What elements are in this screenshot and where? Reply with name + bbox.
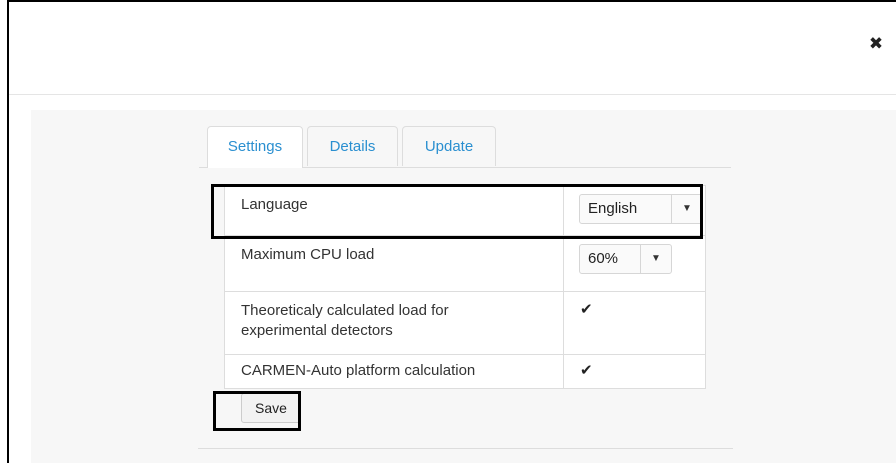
tab-settings[interactable]: Settings xyxy=(207,126,303,168)
modal-body: Settings Details Update Language English… xyxy=(31,110,896,463)
language-cell: English ▼ xyxy=(563,185,706,236)
table-row-carmen-auto: CARMEN-Auto platform calculation ✔ xyxy=(224,354,706,389)
close-icon[interactable]: ✖ xyxy=(868,35,884,53)
language-value: English xyxy=(588,200,638,217)
table-row-theoretical-load: Theoreticaly calculated load for experim… xyxy=(224,291,706,355)
language-label: Language xyxy=(224,185,564,236)
settings-tabs: Settings Details Update xyxy=(199,120,731,168)
carmen-auto-label: CARMEN-Auto platform calculation xyxy=(224,354,564,389)
save-button[interactable]: Save xyxy=(241,393,301,423)
theoretical-load-label-line1: Theoreticaly calculated load for xyxy=(241,302,449,319)
cpu-load-value: 60% xyxy=(588,250,619,267)
caret-down-icon[interactable]: ▼ xyxy=(671,195,702,223)
table-row-language: Language English ▼ xyxy=(224,185,706,236)
checkmark-icon[interactable]: ✔ xyxy=(579,300,593,318)
theoretical-load-label-line2: experimental detectors xyxy=(241,322,393,339)
tab-update[interactable]: Update xyxy=(402,126,496,166)
cpu-load-cell: 60% ▼ xyxy=(563,235,706,292)
table-row-cpu-load: Maximum CPU load 60% ▼ xyxy=(224,235,706,292)
theoretical-load-cell: ✔ xyxy=(563,291,706,355)
divider xyxy=(198,448,733,449)
settings-modal: ✖ Settings Details Update Language Engli… xyxy=(7,0,896,463)
caret-down-icon[interactable]: ▼ xyxy=(640,245,671,273)
settings-table: Language English ▼ Maximum CPU load 60% … xyxy=(224,185,706,389)
cpu-load-select[interactable]: 60% ▼ xyxy=(579,244,672,274)
modal-header: ✖ xyxy=(9,2,896,95)
theoretical-load-label: Theoreticaly calculated load for experim… xyxy=(224,291,564,355)
tab-details[interactable]: Details xyxy=(307,126,398,166)
carmen-auto-cell: ✔ xyxy=(563,354,706,389)
cpu-load-label: Maximum CPU load xyxy=(224,235,564,292)
language-select[interactable]: English ▼ xyxy=(579,194,703,224)
checkmark-icon[interactable]: ✔ xyxy=(579,361,593,379)
